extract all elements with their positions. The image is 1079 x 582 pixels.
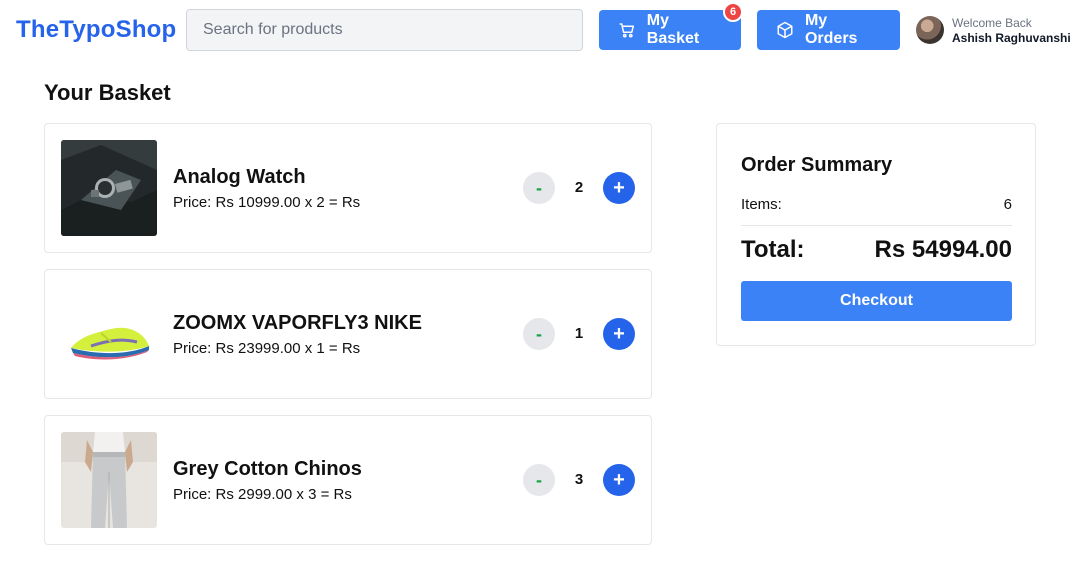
product-name[interactable]: ZOOMX VAPORFLY3 NIKE	[173, 312, 422, 335]
total-value: Rs 54994.00	[874, 236, 1012, 263]
product-price: Price: Rs 10999.00 x 2 = Rs	[173, 194, 361, 211]
my-basket-label: My Basket	[646, 12, 700, 47]
product-image-shoe	[61, 286, 157, 382]
product-image-chinos	[61, 432, 157, 528]
increase-quantity-button[interactable]: +	[603, 318, 635, 350]
top-navbar: TheTypoShop My Basket 6 My Orders Welcom…	[0, 0, 1079, 62]
checkout-button[interactable]: Checkout	[741, 281, 1012, 321]
cart-icon	[617, 20, 637, 40]
my-basket-button[interactable]: My Basket 6	[599, 2, 743, 50]
product-name[interactable]: Analog Watch	[173, 166, 306, 189]
order-summary-panel: Order Summary Items: 6 Total: Rs 54994.0…	[716, 123, 1036, 346]
total-label: Total:	[741, 236, 805, 263]
user-profile[interactable]: Welcome Back Ashish Raghuvanshi	[916, 16, 1071, 46]
items-label: Items:	[741, 196, 782, 213]
my-orders-button[interactable]: My Orders	[757, 10, 900, 50]
product-price: Price: Rs 2999.00 x 3 = Rs	[173, 486, 352, 503]
search-input[interactable]	[186, 9, 583, 51]
items-value: 6	[1003, 196, 1012, 213]
quantity-value: 1	[574, 325, 584, 342]
items-count-row: Items: 6	[741, 196, 1012, 226]
increase-quantity-button[interactable]: +	[603, 172, 635, 204]
decrease-quantity-button[interactable]: -	[523, 318, 555, 350]
product-price: Price: Rs 23999.00 x 1 = Rs	[173, 340, 361, 357]
total-row: Total: Rs 54994.00	[741, 236, 1012, 264]
product-name[interactable]: Grey Cotton Chinos	[173, 458, 362, 481]
page-title: Your Basket	[44, 80, 171, 105]
cart-item: Analog Watch Price: Rs 10999.00 x 2 = Rs…	[44, 123, 652, 253]
my-orders-label: My Orders	[804, 12, 858, 47]
quantity-value: 2	[574, 179, 584, 196]
order-summary-title: Order Summary	[741, 154, 893, 176]
box-icon	[775, 20, 795, 40]
increase-quantity-button[interactable]: +	[603, 464, 635, 496]
avatar[interactable]	[916, 16, 944, 44]
user-name: Ashish Raghuvanshi	[952, 31, 1071, 45]
basket-count-badge: 6	[723, 2, 743, 22]
decrease-quantity-button[interactable]: -	[523, 464, 555, 496]
decrease-quantity-button[interactable]: -	[523, 172, 555, 204]
cart-item: ZOOMX VAPORFLY3 NIKE Price: Rs 23999.00 …	[44, 269, 652, 399]
quantity-value: 3	[574, 471, 584, 488]
brand-logo[interactable]: TheTypoShop	[16, 16, 176, 44]
product-image-watch	[61, 140, 157, 236]
cart-item: Grey Cotton Chinos Price: Rs 2999.00 x 3…	[44, 415, 652, 545]
welcome-text: Welcome Back	[952, 16, 1032, 30]
